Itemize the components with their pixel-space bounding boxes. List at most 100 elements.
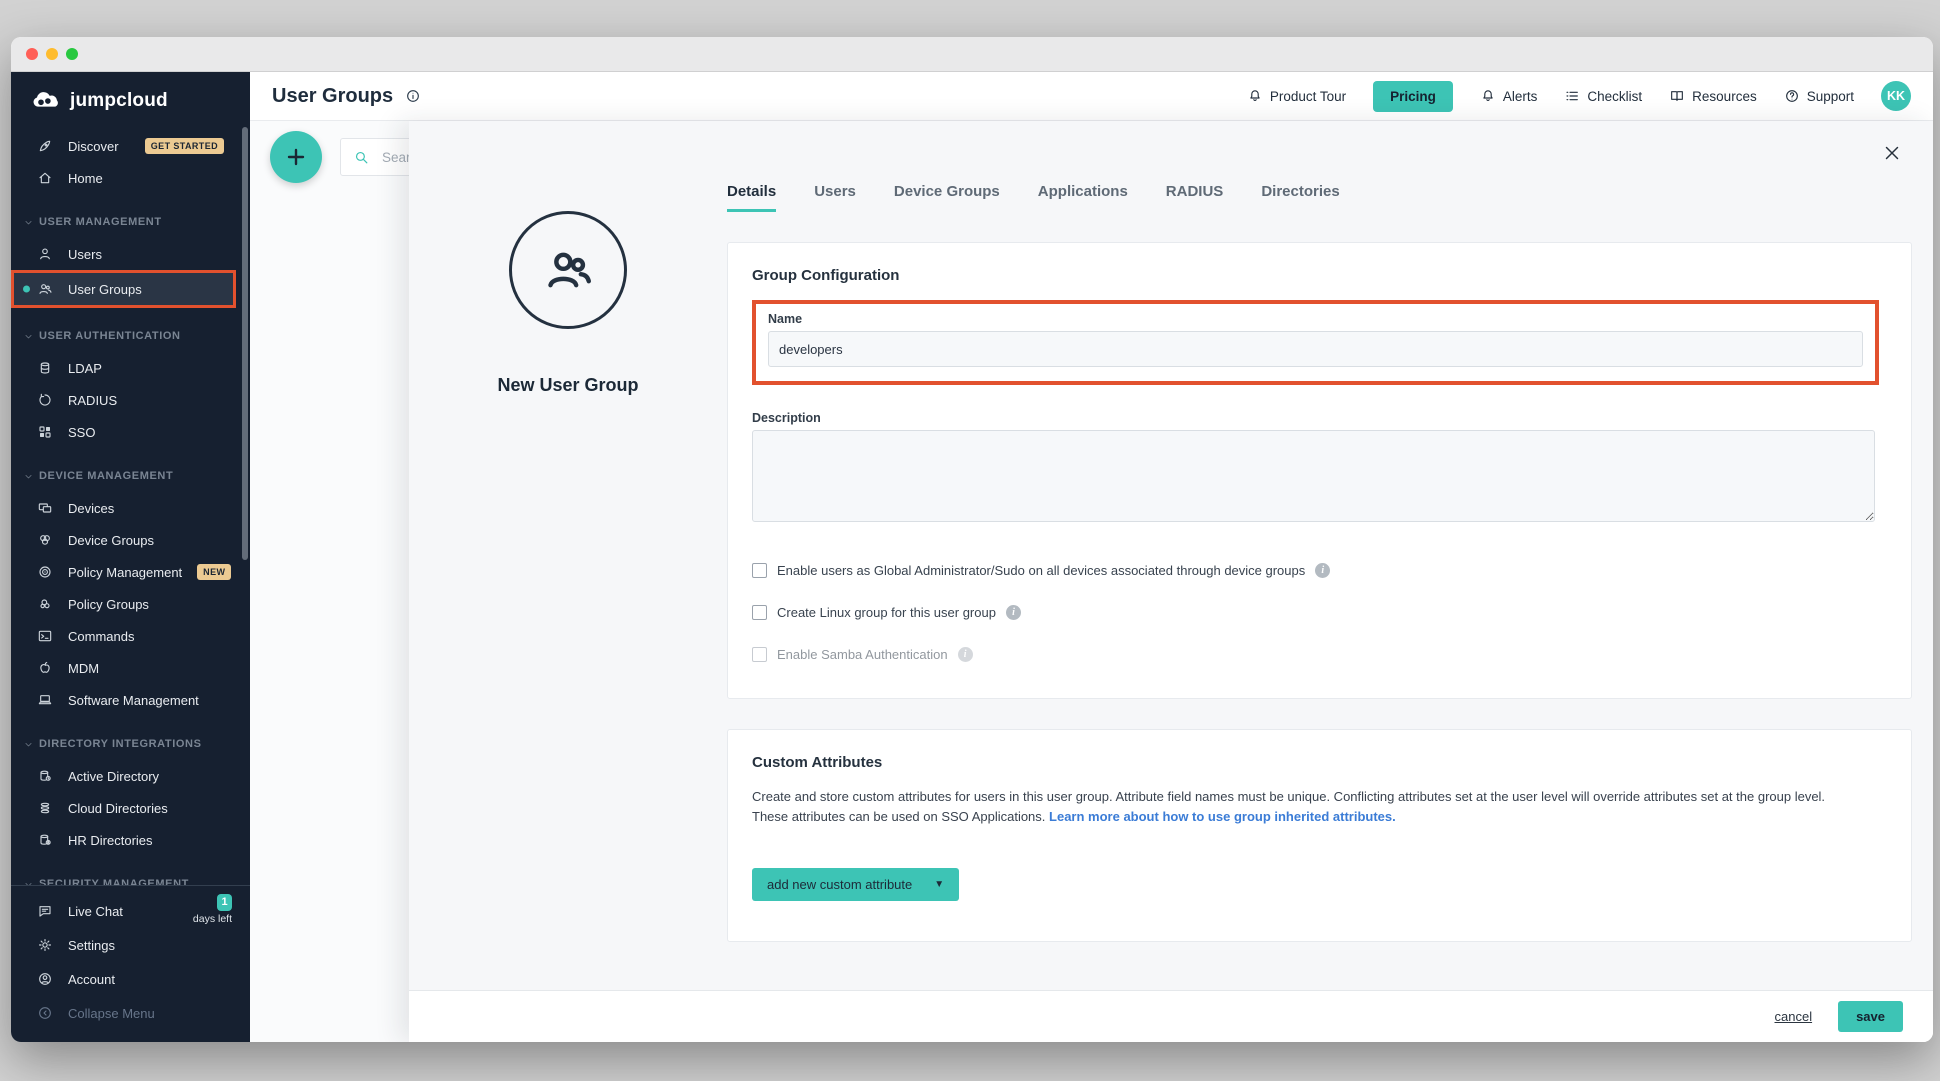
cancel-button[interactable]: cancel <box>1775 1009 1813 1024</box>
sidebar-item-radius[interactable]: RADIUS <box>11 384 250 416</box>
add-custom-attribute-label: add new custom attribute <box>767 877 912 892</box>
minimize-window-button[interactable] <box>46 48 58 60</box>
chat-bubble-icon <box>37 903 53 919</box>
sidebar-item-software-management[interactable]: Software Management <box>11 684 250 716</box>
custom-attributes-description: Create and store custom attributes for u… <box>752 787 1847 827</box>
info-icon[interactable] <box>405 88 421 104</box>
sidebar-item-label: SSO <box>68 425 95 440</box>
checkbox-row-global-admin: Enable users as Global Administrator/Sud… <box>752 563 1887 578</box>
chevron-down-icon <box>24 332 33 341</box>
user-icon <box>37 246 53 262</box>
alerts-button[interactable]: Alerts <box>1480 88 1538 104</box>
sidebar-footer: Live Chat 1 days left Settings Account <box>11 885 250 1042</box>
zoom-window-button[interactable] <box>66 48 78 60</box>
add-custom-attribute-button[interactable]: add new custom attribute ▼ <box>752 868 959 901</box>
section-header-device-management[interactable]: DEVICE MANAGEMENT <box>11 460 250 492</box>
sidebar-item-discover[interactable]: Discover GET STARTED <box>11 130 250 162</box>
checkbox-row-linux-group: Create Linux group for this user group i <box>752 605 1887 620</box>
page-title: User Groups <box>272 85 393 108</box>
sidebar-item-label: Cloud Directories <box>68 801 168 816</box>
sidebar-item-collapse-menu[interactable]: Collapse Menu <box>11 996 250 1030</box>
sidebar-item-live-chat[interactable]: Live Chat 1 days left <box>11 894 250 928</box>
trial-days-count: 1 <box>217 894 232 911</box>
pricing-button[interactable]: Pricing <box>1373 81 1453 112</box>
account-icon <box>37 971 53 987</box>
sidebar-item-settings[interactable]: Settings <box>11 928 250 962</box>
book-icon <box>1669 88 1685 104</box>
policy-target-icon <box>37 564 53 580</box>
sidebar-item-user-groups[interactable]: User Groups <box>11 270 236 308</box>
close-window-button[interactable] <box>26 48 38 60</box>
sidebar-item-device-groups[interactable]: Device Groups <box>11 524 250 556</box>
alerts-label: Alerts <box>1503 89 1538 104</box>
sidebar-scrollbar[interactable] <box>242 127 248 560</box>
panel-title: New User Group <box>497 375 638 396</box>
sidebar-item-cloud-directories[interactable]: Cloud Directories <box>11 792 250 824</box>
samba-auth-checkbox[interactable] <box>752 647 767 662</box>
checklist-label: Checklist <box>1587 89 1642 104</box>
panel-identity: New User Group <box>409 121 727 990</box>
section-header-label: DIRECTORY INTEGRATIONS <box>39 738 202 750</box>
sidebar-item-mdm[interactable]: MDM <box>11 652 250 684</box>
info-icon[interactable]: i <box>958 647 973 662</box>
user-group-icon <box>37 281 53 297</box>
devices-icon <box>37 500 53 516</box>
apple-icon <box>37 660 53 676</box>
chevron-down-icon <box>24 740 33 749</box>
tab-details[interactable]: Details <box>727 183 776 212</box>
section-header-security-management[interactable]: SECURITY MANAGEMENT <box>11 868 250 885</box>
save-button[interactable]: save <box>1838 1001 1903 1032</box>
global-admin-checkbox[interactable] <box>752 563 767 578</box>
sso-grid-icon <box>37 424 53 440</box>
section-header-label: SECURITY MANAGEMENT <box>39 878 189 885</box>
laptop-icon <box>37 692 53 708</box>
sidebar-item-ldap[interactable]: LDAP <box>11 352 250 384</box>
chevron-down-icon <box>24 218 33 227</box>
sidebar-item-account[interactable]: Account <box>11 962 250 996</box>
sidebar-item-sso[interactable]: SSO <box>11 416 250 448</box>
sidebar-item-label: Devices <box>68 501 114 516</box>
add-user-group-button[interactable] <box>270 131 322 183</box>
bell-icon <box>1480 88 1496 104</box>
trial-days-caption: days left <box>193 914 232 925</box>
support-button[interactable]: Support <box>1784 88 1854 104</box>
tab-users[interactable]: Users <box>814 183 856 212</box>
sidebar-item-hr-directories[interactable]: HR Directories <box>11 824 250 856</box>
sidebar-item-devices[interactable]: Devices <box>11 492 250 524</box>
resources-button[interactable]: Resources <box>1669 88 1757 104</box>
custom-attributes-heading: Custom Attributes <box>752 754 1887 771</box>
tab-radius[interactable]: RADIUS <box>1166 183 1224 212</box>
sidebar-item-policy-management[interactable]: Policy Management NEW <box>11 556 250 588</box>
sidebar-item-commands[interactable]: Commands <box>11 620 250 652</box>
sidebar-item-home[interactable]: Home <box>11 162 250 194</box>
sidebar-item-policy-groups[interactable]: Policy Groups <box>11 588 250 620</box>
close-panel-button[interactable] <box>1879 141 1905 167</box>
product-tour-button[interactable]: Product Tour <box>1247 88 1346 104</box>
tab-applications[interactable]: Applications <box>1038 183 1128 212</box>
learn-more-link[interactable]: Learn more about how to use group inheri… <box>1049 809 1396 824</box>
tab-directories[interactable]: Directories <box>1261 183 1339 212</box>
linux-group-checkbox[interactable] <box>752 605 767 620</box>
sidebar-item-label: Settings <box>68 938 115 953</box>
window-titlebar <box>11 37 1933 72</box>
group-name-input[interactable] <box>768 331 1863 367</box>
logo-text: jumpcloud <box>70 90 168 112</box>
avatar[interactable]: KK <box>1881 81 1911 111</box>
info-icon[interactable]: i <box>1315 563 1330 578</box>
hr-directories-icon <box>37 832 53 848</box>
section-header-label: USER MANAGEMENT <box>39 216 162 228</box>
checklist-button[interactable]: Checklist <box>1564 88 1642 104</box>
section-header-user-authentication[interactable]: USER AUTHENTICATION <box>11 320 250 352</box>
tab-device-groups[interactable]: Device Groups <box>894 183 1000 212</box>
section-header-directory-integrations[interactable]: DIRECTORY INTEGRATIONS <box>11 728 250 760</box>
section-header-user-management[interactable]: USER MANAGEMENT <box>11 206 250 238</box>
caret-down-icon: ▼ <box>934 879 944 890</box>
user-group-avatar <box>509 211 627 329</box>
info-icon[interactable]: i <box>1006 605 1021 620</box>
resources-label: Resources <box>1692 89 1757 104</box>
sidebar-item-label: LDAP <box>68 361 102 376</box>
sidebar-item-users[interactable]: Users <box>11 238 250 270</box>
group-description-textarea[interactable] <box>752 430 1875 522</box>
sidebar-item-label: Account <box>68 972 115 987</box>
sidebar-item-active-directory[interactable]: Active Directory <box>11 760 250 792</box>
